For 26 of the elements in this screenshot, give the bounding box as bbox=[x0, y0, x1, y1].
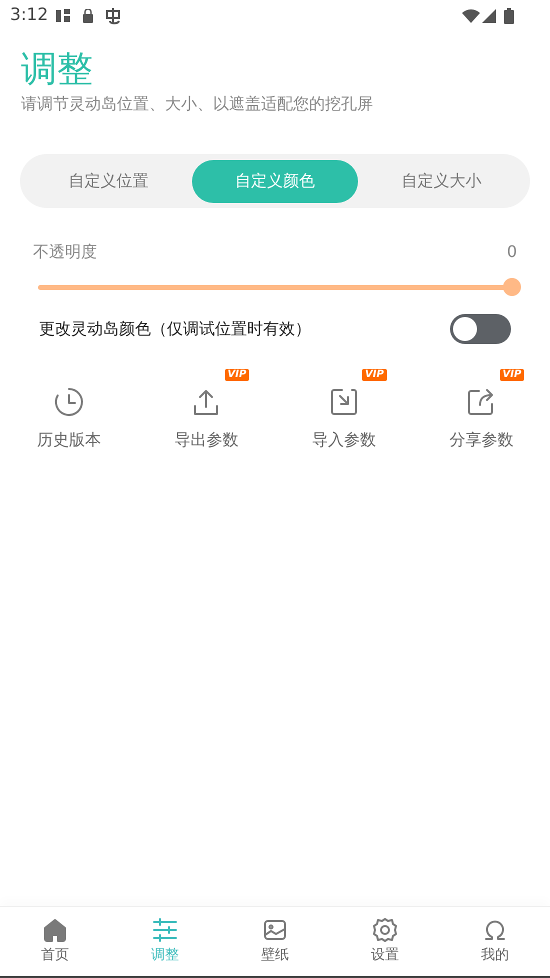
nav-tab[interactable]: 我的 bbox=[440, 907, 550, 976]
tab[interactable]: 自定义位置 bbox=[25, 160, 192, 202]
page-subtitle: 请调节灵动岛位置、大小、以遮盖适配您的挖孔屏 bbox=[21, 93, 374, 115]
battery-icon bbox=[504, 8, 514, 24]
page-title: 调整 bbox=[21, 48, 94, 92]
action-button[interactable]: 历史版本 bbox=[0, 384, 138, 452]
tab[interactable]: 自定义大小 bbox=[358, 160, 526, 202]
sliders-icon bbox=[152, 917, 178, 943]
color-toggle-label: 更改灵动岛颜色（仅调试位置时有效） bbox=[39, 318, 311, 340]
opacity-label: 不透明度 bbox=[33, 241, 97, 263]
status-time: 3:12 bbox=[10, 4, 48, 28]
settings-icon bbox=[372, 917, 398, 943]
home-icon bbox=[42, 917, 68, 943]
image-icon bbox=[262, 917, 288, 943]
nav-tab[interactable]: 壁纸 bbox=[220, 907, 330, 976]
vip-badge: VIP bbox=[362, 369, 387, 381]
vip-badge: VIP bbox=[224, 369, 250, 381]
toggle-switch[interactable] bbox=[450, 314, 511, 344]
vip-badge: VIP bbox=[500, 369, 524, 381]
lock-icon bbox=[82, 9, 94, 23]
wifi-icon bbox=[462, 9, 480, 23]
opacity-value: 0 bbox=[506, 241, 517, 263]
clock-icon bbox=[52, 386, 85, 418]
nav-tab[interactable]: 首页 bbox=[0, 907, 110, 976]
signal-icon bbox=[482, 9, 496, 23]
nav-tab[interactable]: 设置 bbox=[330, 907, 440, 976]
